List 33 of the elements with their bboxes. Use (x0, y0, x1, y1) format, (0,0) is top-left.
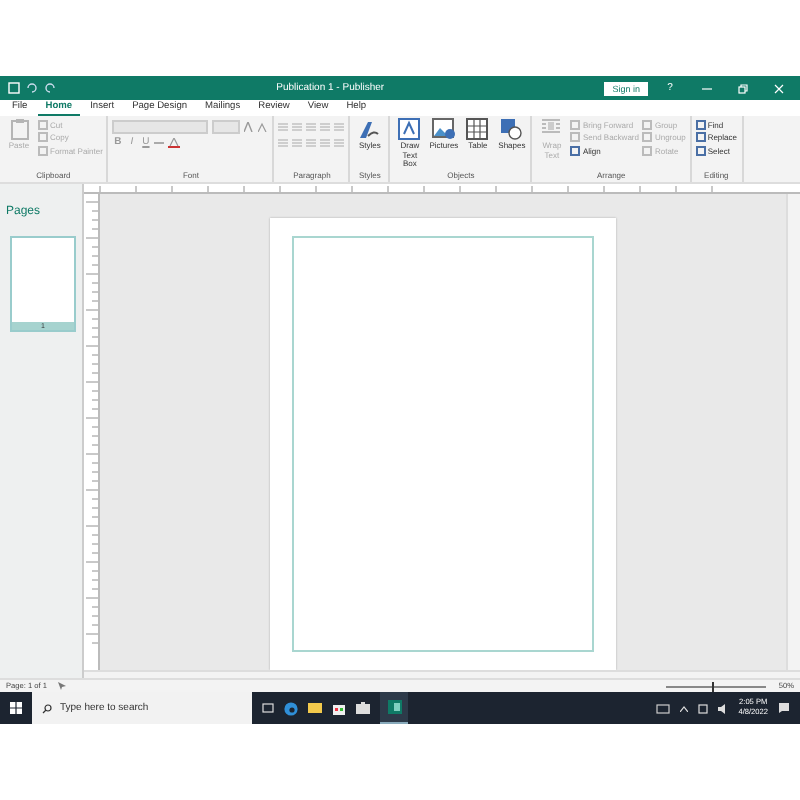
save-icon[interactable] (8, 82, 20, 94)
start-icon[interactable] (10, 702, 22, 714)
scrollbar[interactable] (84, 669, 800, 678)
scrollbar[interactable] (786, 193, 800, 670)
redo-icon[interactable] (44, 82, 56, 94)
store-icon[interactable] (332, 701, 346, 715)
picture-icon[interactable] (431, 118, 456, 140)
clipboard-icon[interactable] (9, 118, 29, 140)
briefcase-icon[interactable] (356, 702, 370, 714)
chevron-up-icon[interactable] (680, 705, 689, 711)
app-icon[interactable] (387, 700, 401, 714)
network-icon[interactable] (698, 703, 709, 713)
minimize-icon[interactable] (701, 83, 711, 93)
grow-font-icon[interactable] (244, 121, 255, 131)
close-icon[interactable] (773, 83, 783, 93)
restore-icon[interactable] (737, 83, 747, 93)
notification-icon[interactable] (778, 702, 790, 714)
folder-icon[interactable] (308, 702, 322, 714)
table-icon[interactable] (466, 118, 489, 140)
search-icon[interactable] (42, 703, 52, 713)
font-color-icon[interactable] (168, 137, 181, 147)
font-name-field[interactable] (112, 119, 209, 133)
shrink-font-icon[interactable] (258, 121, 269, 131)
strikethrough-icon[interactable] (154, 137, 165, 147)
speaker-icon[interactable] (718, 703, 729, 713)
task-view-icon[interactable] (262, 702, 274, 714)
camera-icon[interactable] (656, 703, 671, 713)
text-box-icon[interactable] (398, 118, 421, 140)
undo-icon[interactable] (26, 82, 38, 94)
shapes-icon[interactable] (500, 118, 523, 140)
font-size-field[interactable] (212, 119, 241, 133)
edge-icon[interactable] (284, 701, 298, 715)
brush-icon[interactable] (358, 118, 381, 140)
